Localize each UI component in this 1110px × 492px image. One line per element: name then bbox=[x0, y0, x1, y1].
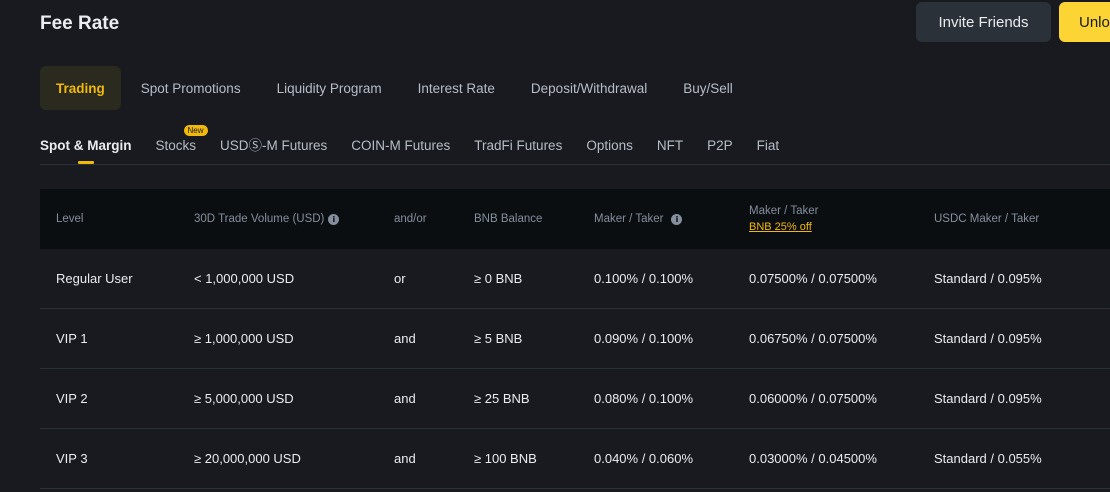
header-maker-taker-bnb-label: Maker / Taker bbox=[749, 205, 819, 217]
table-row: Regular User < 1,000,000 USD or ≥ 0 BNB … bbox=[40, 249, 1110, 309]
tab-spot-promotions[interactable]: Spot Promotions bbox=[125, 66, 257, 110]
cell-andor: and bbox=[394, 331, 416, 346]
cell-maker-taker: 0.040% / 0.060% bbox=[594, 451, 694, 466]
cell-andor: and bbox=[394, 451, 416, 466]
cell-andor: or bbox=[394, 271, 406, 286]
cell-volume: ≥ 20,000,000 USD bbox=[194, 451, 301, 466]
subtab-spot-margin[interactable]: Spot & Margin bbox=[40, 130, 132, 164]
sub-tab-bar: Spot & Margin Stocks New USDⓈ-M Futures … bbox=[40, 125, 803, 164]
bnb-discount-link[interactable]: BNB 25% off bbox=[749, 221, 812, 233]
subtab-stocks-label: Stocks bbox=[155, 138, 197, 153]
header-bnb-balance: BNB Balance bbox=[474, 213, 543, 225]
header-usdc: USDC Maker / Taker bbox=[934, 213, 1040, 225]
header-volume: 30D Trade Volume (USD) i bbox=[194, 189, 340, 249]
table-row: VIP 2 ≥ 5,000,000 USD and ≥ 25 BNB 0.080… bbox=[40, 369, 1110, 429]
cell-bnb: ≥ 100 BNB bbox=[474, 451, 537, 466]
tab-trading[interactable]: Trading bbox=[40, 66, 121, 110]
subtab-fiat[interactable]: Fiat bbox=[757, 130, 780, 164]
cell-level: Regular User bbox=[56, 271, 133, 286]
subtab-divider bbox=[40, 164, 1110, 165]
cell-level: VIP 1 bbox=[56, 331, 88, 346]
invite-friends-button[interactable]: Invite Friends bbox=[916, 2, 1051, 42]
cell-maker-taker: 0.090% / 0.100% bbox=[594, 331, 694, 346]
cell-volume: ≥ 1,000,000 USD bbox=[194, 331, 294, 346]
subtab-stocks[interactable]: Stocks New bbox=[155, 125, 208, 164]
cell-usdc: Standard / 0.095% bbox=[934, 271, 1042, 286]
tab-buy-sell[interactable]: Buy/Sell bbox=[667, 66, 749, 110]
subtab-usds-m-futures[interactable]: USDⓈ-M Futures bbox=[220, 130, 327, 164]
cell-usdc: Standard / 0.095% bbox=[934, 331, 1042, 346]
cell-bnb: ≥ 0 BNB bbox=[474, 271, 523, 286]
subtab-p2p[interactable]: P2P bbox=[707, 130, 733, 164]
cell-maker-taker-bnb: 0.06750% / 0.07500% bbox=[749, 331, 877, 346]
header-level: Level bbox=[56, 213, 84, 225]
cell-maker-taker: 0.080% / 0.100% bbox=[594, 391, 694, 406]
cell-maker-taker-bnb: 0.03000% / 0.04500% bbox=[749, 451, 877, 466]
cell-usdc: Standard / 0.095% bbox=[934, 391, 1042, 406]
cell-level: VIP 2 bbox=[56, 391, 88, 406]
subtab-tradfi-futures[interactable]: TradFi Futures bbox=[474, 130, 562, 164]
unlock-button[interactable]: Unlock bbox=[1059, 2, 1110, 42]
main-tab-bar: Trading Spot Promotions Liquidity Progra… bbox=[40, 66, 753, 110]
cell-maker-taker: 0.100% / 0.100% bbox=[594, 271, 694, 286]
info-icon[interactable]: i bbox=[328, 213, 340, 225]
cell-bnb: ≥ 25 BNB bbox=[474, 391, 530, 406]
tab-liquidity-program[interactable]: Liquidity Program bbox=[261, 66, 398, 110]
cell-usdc: Standard / 0.055% bbox=[934, 451, 1042, 466]
tab-interest-rate[interactable]: Interest Rate bbox=[402, 66, 511, 110]
header-volume-label: 30D Trade Volume (USD) bbox=[194, 213, 325, 225]
fee-rate-table: Level 30D Trade Volume (USD) i and/or BN… bbox=[40, 189, 1110, 489]
table-header: Level 30D Trade Volume (USD) i and/or BN… bbox=[40, 189, 1110, 249]
fee-rate-page: Fee Rate Invite Friends Unlock Trading S… bbox=[0, 0, 1110, 492]
new-badge: New bbox=[183, 125, 208, 136]
subtab-coin-m-futures[interactable]: COIN-M Futures bbox=[351, 130, 450, 164]
info-icon[interactable]: i bbox=[671, 213, 683, 225]
table-row: VIP 1 ≥ 1,000,000 USD and ≥ 5 BNB 0.090%… bbox=[40, 309, 1110, 369]
cell-volume: ≥ 5,000,000 USD bbox=[194, 391, 294, 406]
subtab-options[interactable]: Options bbox=[586, 130, 633, 164]
header-maker-taker: Maker / Taker i bbox=[594, 189, 683, 249]
cell-andor: and bbox=[394, 391, 416, 406]
cell-maker-taker-bnb: 0.07500% / 0.07500% bbox=[749, 271, 877, 286]
subtab-nft[interactable]: NFT bbox=[657, 130, 683, 164]
table-row: VIP 3 ≥ 20,000,000 USD and ≥ 100 BNB 0.0… bbox=[40, 429, 1110, 489]
cell-maker-taker-bnb: 0.06000% / 0.07500% bbox=[749, 391, 877, 406]
cell-volume: < 1,000,000 USD bbox=[194, 271, 295, 286]
header-andor: and/or bbox=[394, 213, 427, 225]
header-maker-taker-label: Maker / Taker bbox=[594, 213, 664, 225]
cell-bnb: ≥ 5 BNB bbox=[474, 331, 523, 346]
header-maker-taker-bnb: Maker / Taker BNB 25% off bbox=[749, 189, 818, 249]
page-title: Fee Rate bbox=[40, 13, 120, 34]
tab-deposit-withdrawal[interactable]: Deposit/Withdrawal bbox=[515, 66, 663, 110]
cell-level: VIP 3 bbox=[56, 451, 88, 466]
